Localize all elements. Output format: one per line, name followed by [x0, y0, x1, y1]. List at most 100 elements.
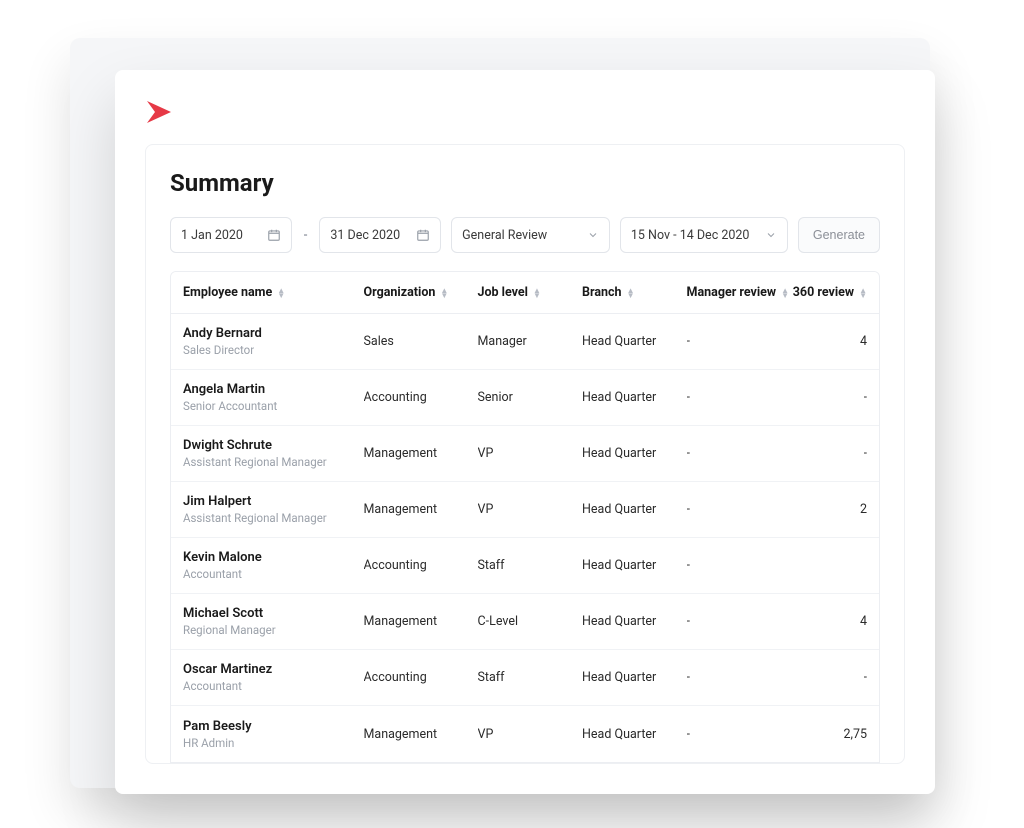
review-type-value: General Review [462, 228, 547, 243]
table-header: Employee name ▲▼ Organization ▲▼ Job lev… [171, 272, 879, 314]
cell-employee: Pam Beesly HR Admin [183, 719, 364, 750]
cell-360-review: - [864, 446, 867, 461]
cell-manager-review: - [687, 446, 792, 461]
col-label: Organization [364, 285, 436, 300]
date-range-separator: - [302, 228, 310, 243]
employee-role: HR Admin [183, 736, 364, 750]
employee-role: Regional Manager [183, 623, 364, 637]
cell-360-review: 2 [860, 502, 867, 517]
employee-name: Dwight Schrute [183, 438, 364, 453]
employee-role: Sales Director [183, 343, 364, 357]
table-row: Kevin MaloneAccountantAccountingStaffHea… [171, 538, 879, 594]
col-employee-name[interactable]: Employee name ▲▼ [183, 285, 364, 300]
cell-manager-review: - [687, 558, 792, 573]
calendar-icon [416, 228, 430, 242]
cell-job-level: Manager [478, 334, 583, 349]
cell-job-level: VP [478, 727, 583, 742]
cell-job-level: Staff [478, 558, 583, 573]
employee-name: Andy Bernard [183, 326, 364, 341]
cell-360-review: 2,75 [843, 727, 867, 742]
employee-name: Oscar Martinez [183, 662, 364, 677]
cell-employee: Oscar Martinez Accountant [183, 662, 364, 693]
table-row: Oscar Martinez AccountantAccountingStaffH… [171, 650, 879, 706]
sort-icon: ▲▼ [627, 288, 635, 298]
generate-button[interactable]: Generate [798, 217, 880, 253]
cell-branch: Head Quarter [582, 334, 687, 349]
table-row: Pam Beesly HR AdminManagementVPHead Quart… [171, 706, 879, 762]
table-row: Dwight SchruteAssistant Regional Manager… [171, 426, 879, 482]
employee-role: Accountant [183, 679, 364, 693]
employee-name: Michael Scott [183, 606, 364, 621]
cell-360-review: - [864, 390, 867, 405]
filter-bar: 1 Jan 2020 - 31 Dec 2020 General Review [170, 217, 880, 253]
col-label: Manager review [687, 285, 777, 300]
cell-branch: Head Quarter [582, 670, 687, 685]
chevron-down-icon [765, 229, 777, 241]
app-window: Summary 1 Jan 2020 - 31 Dec 2020 General… [115, 70, 935, 794]
cell-manager-review: - [687, 614, 792, 629]
cell-organization: Accounting [364, 390, 478, 405]
cell-organization: Management [364, 502, 478, 517]
col-label: Job level [478, 285, 528, 300]
calendar-icon [267, 228, 281, 242]
summary-table: Employee name ▲▼ Organization ▲▼ Job lev… [170, 271, 880, 763]
cell-branch: Head Quarter [582, 390, 687, 405]
table-body: Andy BernardSales DirectorSalesManagerHe… [171, 314, 879, 762]
cell-job-level: Staff [478, 670, 583, 685]
cell-branch: Head Quarter [582, 614, 687, 629]
sort-icon: ▲▼ [781, 288, 789, 298]
cell-360-review: 4 [860, 334, 867, 349]
cell-employee: Michael Scott Regional Manager [183, 606, 364, 637]
end-date-value: 31 Dec 2020 [330, 228, 400, 243]
topbar [145, 98, 905, 126]
page-title: Summary [170, 169, 880, 197]
cell-branch: Head Quarter [582, 727, 687, 742]
cell-manager-review: - [687, 670, 792, 685]
chevron-down-icon [587, 229, 599, 241]
brand-logo-icon [145, 98, 905, 126]
cell-organization: Accounting [364, 670, 478, 685]
cell-employee: Andy Bernard Sales Director [183, 326, 364, 357]
cell-employee: Jim HalpertAssistant Regional Manager [183, 494, 364, 525]
employee-name: Kevin Malone [183, 550, 364, 565]
cell-manager-review: - [687, 390, 792, 405]
cell-360-review: 4 [860, 614, 867, 629]
col-360-review[interactable]: 360 review ▲▼ [793, 285, 867, 300]
col-branch[interactable]: Branch ▲▼ [582, 285, 687, 300]
cell-manager-review: - [687, 334, 792, 349]
cell-employee: Kevin MaloneAccountant [183, 550, 364, 581]
col-label: Employee name [183, 285, 272, 300]
cell-job-level: C-Level [478, 614, 583, 629]
period-select[interactable]: 15 Nov - 14 Dec 2020 [620, 217, 788, 253]
start-date-picker[interactable]: 1 Jan 2020 [170, 217, 292, 253]
cell-job-level: VP [478, 446, 583, 461]
sort-icon: ▲▼ [440, 288, 448, 298]
col-job-level[interactable]: Job level ▲▼ [478, 285, 583, 300]
sort-icon: ▲▼ [859, 288, 867, 298]
cell-organization: Sales [364, 334, 478, 349]
cell-organization: Management [364, 446, 478, 461]
table-row: Michael Scott Regional ManagerManagementC… [171, 594, 879, 650]
col-label: 360 review [793, 285, 854, 300]
cell-manager-review: - [687, 502, 792, 517]
start-date-value: 1 Jan 2020 [181, 228, 243, 243]
table-row: Jim HalpertAssistant Regional ManagerMan… [171, 482, 879, 538]
cell-organization: Accounting [364, 558, 478, 573]
cell-branch: Head Quarter [582, 502, 687, 517]
col-organization[interactable]: Organization ▲▼ [364, 285, 478, 300]
employee-name: Pam Beesly [183, 719, 364, 734]
end-date-picker[interactable]: 31 Dec 2020 [319, 217, 441, 253]
review-type-select[interactable]: General Review [451, 217, 610, 253]
cell-branch: Head Quarter [582, 558, 687, 573]
cell-organization: Management [364, 614, 478, 629]
employee-role: Assistant Regional Manager [183, 511, 364, 525]
col-manager-review[interactable]: Manager review ▲▼ [687, 285, 792, 300]
period-value: 15 Nov - 14 Dec 2020 [631, 228, 750, 243]
content-card: Summary 1 Jan 2020 - 31 Dec 2020 General… [145, 144, 905, 764]
cell-job-level: VP [478, 502, 583, 517]
cell-organization: Management [364, 727, 478, 742]
cell-job-level: Senior [478, 390, 583, 405]
cell-employee: Angela MartinSenior Accountant [183, 382, 364, 413]
cell-manager-review: - [687, 727, 792, 742]
table-row: Angela MartinSenior AccountantAccounting… [171, 370, 879, 426]
